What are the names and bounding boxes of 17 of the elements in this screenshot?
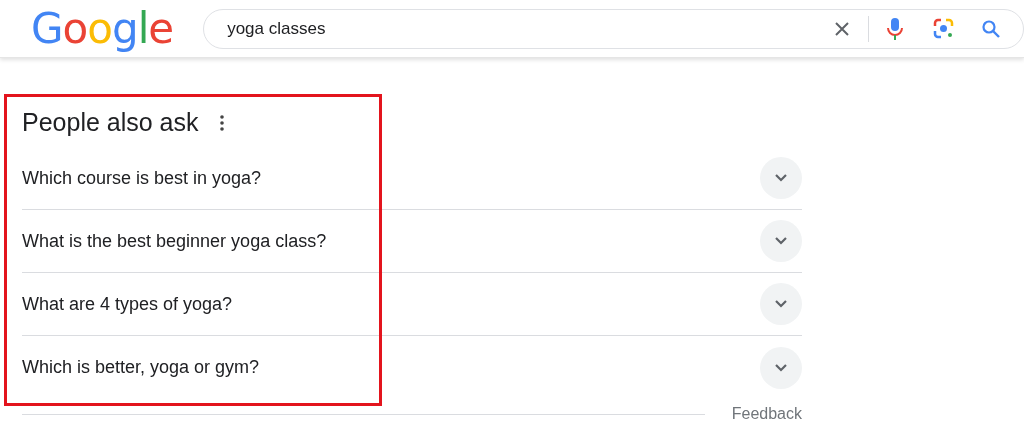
google-logo[interactable]: Google bbox=[31, 7, 174, 50]
chevron-icon bbox=[775, 363, 787, 372]
feedback-link[interactable]: Feedback bbox=[731, 402, 802, 422]
chevron-icon bbox=[775, 174, 787, 182]
camera-lens-icon[interactable] bbox=[933, 18, 954, 39]
chevron-icon bbox=[775, 300, 787, 308]
clear-icon[interactable] bbox=[834, 20, 850, 37]
question-text[interactable]: Which course is best in yoga? bbox=[22, 164, 262, 192]
search-input[interactable]: yoga classes bbox=[227, 15, 834, 42]
question-text[interactable]: What are 4 types of yoga? bbox=[22, 290, 233, 318]
question-text[interactable]: Which is better, yoga or gym? bbox=[22, 354, 260, 381]
microphone-icon[interactable] bbox=[887, 17, 903, 40]
chevron-icon bbox=[775, 237, 787, 245]
more-options-icon[interactable] bbox=[219, 114, 224, 131]
question-text[interactable]: What is the best beginner yoga class? bbox=[22, 227, 327, 255]
search-icon[interactable] bbox=[982, 19, 1000, 38]
section-heading: People also ask bbox=[22, 106, 199, 138]
